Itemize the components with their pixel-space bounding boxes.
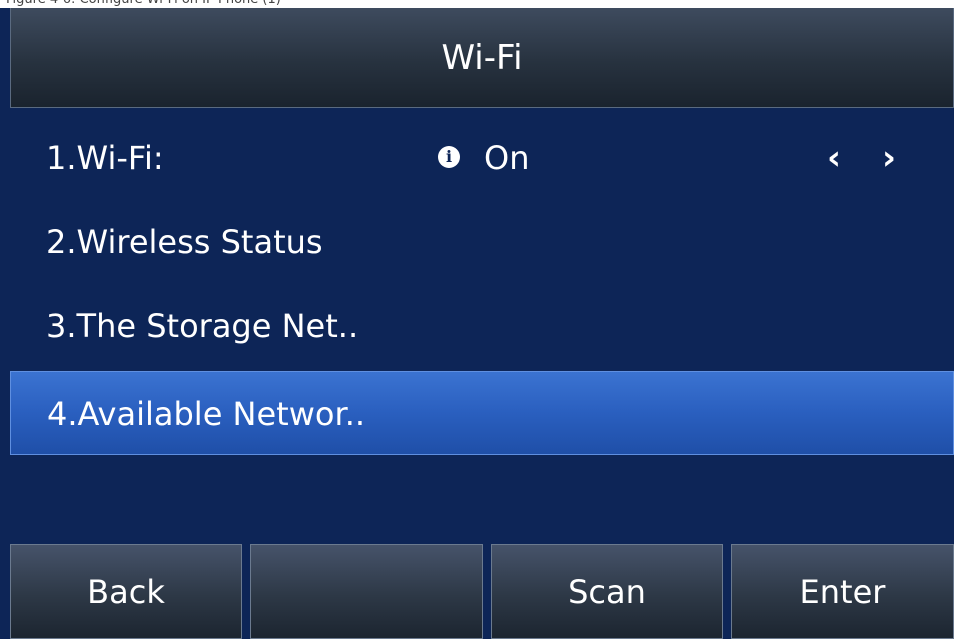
menu-item-available-networks[interactable]: 4.Available Networ.. (10, 371, 954, 455)
menu-item-label: 2.Wireless Status (46, 223, 323, 261)
wifi-value: On (484, 139, 530, 177)
menu-item-label: 1.Wi-Fi: (46, 139, 164, 177)
menu-item-storage-network[interactable]: 3.The Storage Net.. (10, 284, 954, 368)
title-bar: Wi-Fi (10, 8, 954, 108)
phone-display: Wi-Fi 1.Wi-Fi: i On ‹ › 2.Wireless Statu… (0, 8, 954, 639)
scan-softkey[interactable]: Scan (491, 544, 723, 639)
caption-strip: Figure 4-6: Configure Wi-Fi on IP Phone … (0, 0, 954, 8)
page-title: Wi-Fi (441, 38, 523, 78)
chevron-left-icon[interactable]: ‹ (827, 116, 841, 200)
softkey-label: Scan (568, 573, 646, 611)
menu-item-wifi[interactable]: 1.Wi-Fi: i On ‹ › (10, 116, 954, 200)
softkey-bar: Back Scan Enter (0, 544, 954, 639)
menu-item-label: 3.The Storage Net.. (46, 307, 359, 345)
menu-item-label: 4.Available Networ.. (47, 395, 366, 433)
chevron-right-icon[interactable]: › (882, 116, 896, 200)
phone-screen-page: Figure 4-6: Configure Wi-Fi on IP Phone … (0, 0, 954, 639)
empty-softkey[interactable] (250, 544, 483, 639)
back-softkey[interactable]: Back (10, 544, 242, 639)
enter-softkey[interactable]: Enter (731, 544, 954, 639)
softkey-label: Enter (799, 573, 886, 611)
menu-item-wireless-status[interactable]: 2.Wireless Status (10, 200, 954, 284)
info-icon: i (438, 146, 460, 168)
caption-text: Figure 4-6: Configure Wi-Fi on IP Phone … (6, 0, 946, 8)
softkey-label: Back (87, 573, 165, 611)
